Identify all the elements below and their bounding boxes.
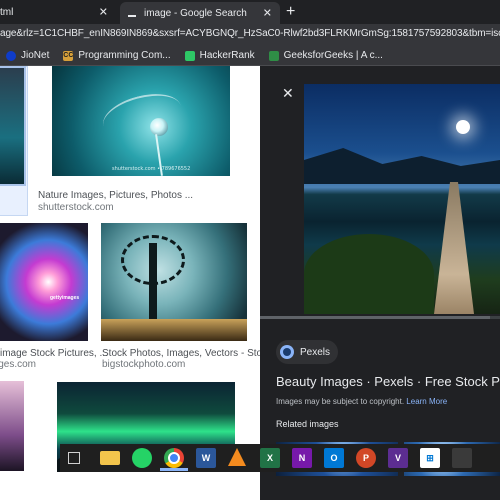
active-app-indicator [160,468,188,471]
image-credit: shutterstock.com • 789676552 [112,166,191,172]
tree-trunk [149,243,157,323]
bookmark-jionet[interactable]: JioNet [6,50,49,61]
result-title[interactable]: Nature Images, Pictures, Photos ... [38,190,193,201]
chrome-icon[interactable] [164,448,184,468]
result-source[interactable]: bigstockphoto.com [102,359,185,370]
windows-taskbar: W X N O P V ⊞ [60,444,500,472]
bookmark-geeksforgeeks[interactable]: GeeksforGeeks | A c... [268,50,383,61]
result-thumbnail-partial[interactable] [0,381,24,471]
bookmark-label: Programming Com... [78,50,171,61]
tab-close-icon[interactable]: ✕ [263,7,272,20]
panel-scroll-thumb[interactable] [260,316,490,319]
mountains [304,148,500,184]
file-explorer-icon[interactable] [100,451,120,465]
visual-studio-icon[interactable]: V [388,448,408,468]
screen: tml ✕ image - Google Search ✕ + age&rlz=… [0,0,500,500]
copyright-notice: Images may be subject to copyright. Lear… [276,397,447,406]
bookmarks-bar: JioNet CC Programming Com... HackerRank … [0,46,500,66]
store-icon[interactable]: ⊞ [420,448,440,468]
globe-icon [280,345,294,359]
bookmark-hackerrank[interactable]: HackerRank [184,50,255,61]
task-view-icon[interactable] [68,452,80,464]
whatsapp-icon[interactable] [132,448,152,468]
source-chip[interactable]: Pexels [276,340,339,364]
tab-strip: tml ✕ image - Google Search ✕ + [0,0,500,24]
result-thumbnail-dandelion[interactable]: shutterstock.com • 789676552 [52,66,230,176]
image-results: shutterstock.com • 789676552 Nature Imag… [0,66,280,500]
result-thumbnail-partial[interactable] [0,66,26,186]
programming-community-icon: CC [63,50,74,61]
jionet-icon [6,50,16,61]
tab-title: tml [0,6,14,18]
result-thumbnail-burst[interactable]: gettyimages [0,223,88,341]
url-text[interactable]: age&rlz=1C1CHBF_enIN869IN869&sxsrf=ACYBG… [0,28,500,39]
powerpoint-icon[interactable]: P [356,448,376,468]
ground [101,319,247,341]
onenote-icon[interactable]: N [292,448,312,468]
vlc-icon[interactable] [228,448,246,466]
new-tab-button[interactable]: + [286,2,295,22]
dandelion-fluff [98,86,186,146]
dandelion-droplet [150,118,168,136]
result-source[interactable]: shutterstock.com [38,202,114,213]
result-source[interactable]: eaglesimages.com [0,359,36,370]
app-icon[interactable] [452,448,472,468]
hackerrank-icon [184,50,195,61]
bookmark-programming-community[interactable]: CC Programming Com... [63,50,170,61]
preview-image-lake-dock[interactable] [304,84,500,314]
moon [456,120,470,134]
image-preview-panel: ✕ Pexels Beauty Images · Pexels · Free S… [260,66,500,500]
result-thumbnail-moon-tree[interactable] [101,223,247,341]
close-icon[interactable]: ✕ [282,86,294,100]
tab-close-icon[interactable]: ✕ [99,6,108,19]
copyright-text: Images may be subject to copyright. [276,397,405,406]
loading-icon [128,15,136,17]
preview-title[interactable]: Beauty Images · Pexels · Free Stock Pho [276,374,500,389]
gettyimages-badge: gettyimages [50,295,80,301]
related-images-heading: Related images [276,419,339,429]
bookmark-label: JioNet [21,50,50,61]
tab-title: image - Google Search [144,7,247,19]
tab-google-images[interactable]: image - Google Search ✕ [120,2,280,24]
result-title[interactable]: image Stock Pictures, ... [0,348,108,359]
wooden-dock [434,182,474,314]
bookmark-label: HackerRank [199,50,255,61]
excel-icon[interactable]: X [260,448,280,468]
trees [304,234,434,314]
bookmark-label: GeeksforGeeks | A c... [283,50,383,61]
address-bar[interactable]: age&rlz=1C1CHBF_enIN869IN869&sxsrf=ACYBG… [0,24,500,46]
tab-previous[interactable]: tml ✕ [0,0,118,24]
learn-more-link[interactable]: Learn More [406,397,447,406]
outlook-icon[interactable]: O [324,448,344,468]
word-icon[interactable]: W [196,448,216,468]
result-title[interactable]: Stock Photos, Images, Vectors - Stock... [102,348,280,359]
geeksforgeeks-icon [268,50,279,61]
source-chip-label: Pexels [300,346,331,358]
